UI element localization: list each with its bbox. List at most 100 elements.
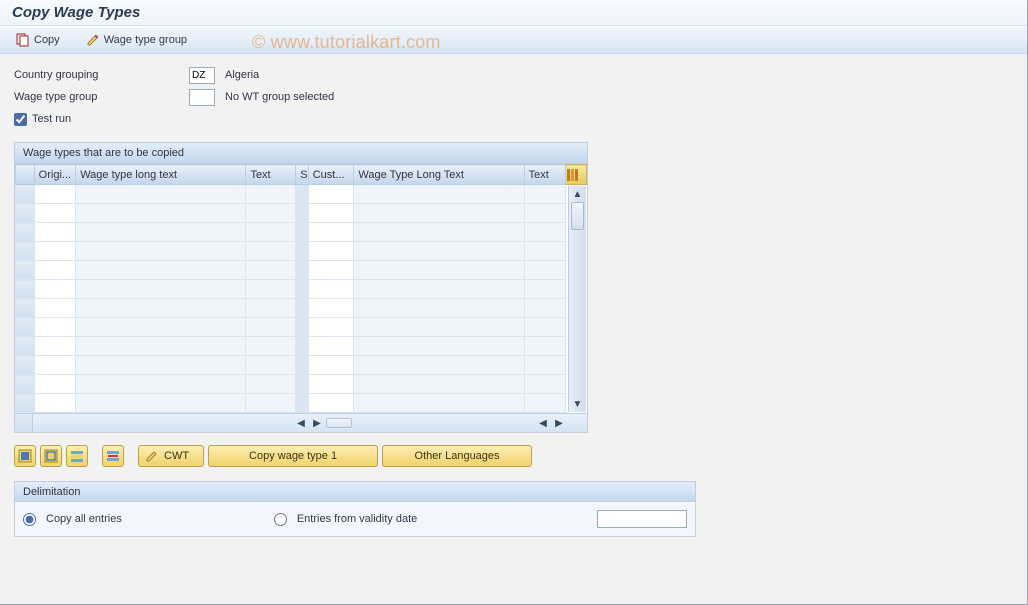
cell-cust[interactable] [308,223,354,242]
col-s[interactable]: S [296,165,308,185]
table-row[interactable] [16,204,587,223]
cell-origi[interactable] [34,204,76,223]
table-configure-button[interactable] [566,165,587,185]
cell-wage-type-long-text [76,242,246,261]
col-wage-type-long-text[interactable]: Wage type long text [76,165,246,185]
row-selector[interactable] [16,318,35,337]
hscroll-track[interactable] [326,418,352,428]
cell-origi[interactable] [34,261,76,280]
cell-cust[interactable] [308,356,354,375]
cell-s[interactable] [296,375,308,394]
cell-origi[interactable] [34,299,76,318]
cell-cust[interactable] [308,261,354,280]
copy-all-entries-radio[interactable] [23,513,36,526]
cell-cust[interactable] [308,337,354,356]
copy-button[interactable]: Copy [10,30,66,50]
cell-origi[interactable] [34,185,76,204]
col-cust[interactable]: Cust... [308,165,354,185]
table-row[interactable] [16,223,587,242]
row-selector[interactable] [16,337,35,356]
cell-s[interactable] [296,223,308,242]
cell-origi[interactable] [34,223,76,242]
cell-s[interactable] [296,280,308,299]
cell-origi[interactable] [34,242,76,261]
scroll-track[interactable] [569,202,586,396]
entries-from-date-radio[interactable] [274,513,287,526]
cell-s[interactable] [296,299,308,318]
cell-cust[interactable] [308,318,354,337]
table-row[interactable] [16,318,587,337]
table-row[interactable] [16,375,587,394]
table-row[interactable] [16,185,587,204]
wage-type-group-input[interactable] [189,89,215,106]
cell-s[interactable] [296,242,308,261]
col-text[interactable]: Text [246,165,296,185]
table-row[interactable] [16,261,587,280]
wage-type-group-button[interactable]: Wage type group [80,30,193,50]
hscroll-left-arrow-icon-2[interactable]: ◀ [536,416,550,430]
row-selector[interactable] [16,356,35,375]
col-origi[interactable]: Origi... [34,165,76,185]
row-selector[interactable] [16,261,35,280]
cell-origi[interactable] [34,394,76,413]
scroll-thumb[interactable] [571,202,584,230]
cell-cust[interactable] [308,242,354,261]
insert-row-button[interactable] [66,445,88,467]
row-selector[interactable] [16,280,35,299]
cell-cust[interactable] [308,280,354,299]
col-selector[interactable] [16,165,35,185]
cell-origi[interactable] [34,356,76,375]
row-selector[interactable] [16,375,35,394]
row-selector[interactable] [16,185,35,204]
cell-cust[interactable] [308,299,354,318]
cwt-button[interactable]: CWT [138,445,204,467]
hscroll-right-arrow-icon[interactable]: ▶ [310,416,324,430]
cell-s[interactable] [296,185,308,204]
cell-s[interactable] [296,261,308,280]
table-row[interactable] [16,242,587,261]
cell-s[interactable] [296,356,308,375]
cell-origi[interactable] [34,375,76,394]
table-row[interactable] [16,280,587,299]
cell-cust[interactable] [308,185,354,204]
select-all-button[interactable] [14,445,36,467]
pencil-icon [145,449,159,463]
scroll-down-arrow-icon[interactable]: ▼ [570,396,586,412]
table-row[interactable] [16,356,587,375]
other-languages-button[interactable]: Other Languages [382,445,532,467]
cell-cust[interactable] [308,375,354,394]
copy-wage-type-1-button[interactable]: Copy wage type 1 [208,445,378,467]
row-selector[interactable] [16,204,35,223]
table-vertical-scrollbar[interactable]: ▲ ▼ [568,186,586,412]
row-selector[interactable] [16,394,35,413]
wage-types-table-panel: Wage types that are to be copied Origi..… [14,142,588,433]
cell-s[interactable] [296,204,308,223]
country-grouping-input[interactable] [189,67,215,84]
table-row[interactable] [16,394,587,413]
delete-row-button[interactable] [102,445,124,467]
scroll-up-arrow-icon[interactable]: ▲ [570,186,586,202]
row-selector[interactable] [16,299,35,318]
hscroll-left-segment[interactable]: ◀ ▶ [291,414,355,432]
hscroll-left-arrow-icon[interactable]: ◀ [294,416,308,430]
validity-date-input[interactable] [597,510,687,528]
hscroll-right-arrow-icon-2[interactable]: ▶ [552,416,566,430]
cell-s[interactable] [296,337,308,356]
cell-origi[interactable] [34,318,76,337]
table-row[interactable] [16,299,587,318]
cell-origi[interactable] [34,337,76,356]
hscroll-right-segment[interactable]: ◀ ▶ [533,414,569,432]
row-selector[interactable] [16,223,35,242]
col-text-2[interactable]: Text [524,165,566,185]
cell-s[interactable] [296,394,308,413]
cell-cust[interactable] [308,394,354,413]
cell-s[interactable] [296,318,308,337]
cell-cust[interactable] [308,204,354,223]
col-wage-type-long-text-2[interactable]: Wage Type Long Text [354,165,524,185]
cell-origi[interactable] [34,280,76,299]
copy-all-entries-label: Copy all entries [46,513,122,525]
deselect-all-button[interactable] [40,445,62,467]
test-run-checkbox[interactable] [14,113,27,126]
row-selector[interactable] [16,242,35,261]
table-row[interactable] [16,337,587,356]
